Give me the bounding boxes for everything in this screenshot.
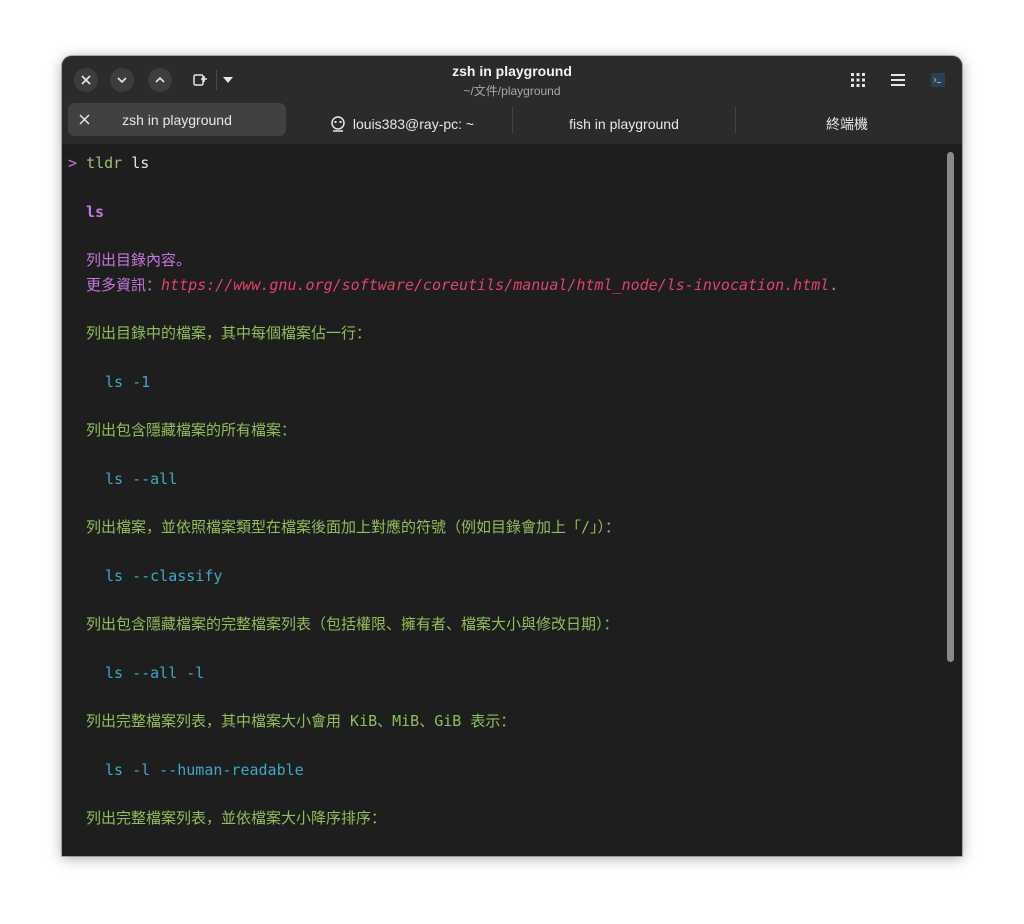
page-description: 列出目錄內容。 xyxy=(86,251,192,269)
header-separator xyxy=(216,70,217,90)
more-info-end: . xyxy=(829,276,839,294)
command-argument: ls xyxy=(131,154,150,172)
hamburger-menu-icon xyxy=(891,74,905,86)
chevron-up-icon xyxy=(155,76,165,83)
tab-separator xyxy=(512,106,513,134)
prompt-symbol: > xyxy=(68,154,78,172)
new-tab-button[interactable] xyxy=(188,68,212,92)
example-code: ls -1 xyxy=(105,373,151,391)
tab-label: fish in playground xyxy=(569,116,679,132)
tab-louis383-ray-pc[interactable]: louis383@ray-pc: ~ xyxy=(294,104,510,144)
new-tab-menu-button[interactable] xyxy=(220,68,236,92)
header-bar: zsh in playground ~/文件/playground xyxy=(62,56,962,104)
scrollbar-thumb[interactable] xyxy=(947,152,954,662)
tab-zsh-in-playground[interactable]: zsh in playground xyxy=(68,103,286,136)
example-code: ls --all xyxy=(105,470,178,488)
command-line: > tldr ls xyxy=(68,153,149,173)
remote-host-icon xyxy=(331,116,345,132)
tab-separator xyxy=(735,106,736,134)
tab-fish-in-playground[interactable]: fish in playground xyxy=(514,104,734,144)
example-description: 列出檔案，並依照檔案類型在檔案後面加上對應的符號（例如目錄會加上「/」）： xyxy=(86,518,621,536)
more-info-label: 更多資訊： xyxy=(86,276,162,294)
main-menu-button[interactable] xyxy=(888,68,908,92)
terminal-app-button[interactable] xyxy=(928,68,948,92)
example-description: 列出包含隱藏檔案的完整檔案列表（包括權限、擁有者、檔案大小與修改日期）： xyxy=(86,615,619,633)
new-tab-icon xyxy=(193,74,207,86)
example-description: 列出目錄中的檔案，其中每個檔案佔一行： xyxy=(86,324,372,342)
terminal-content[interactable]: > tldr ls ls 列出目錄內容。 更多資訊：https://www.gn… xyxy=(62,145,962,856)
window-subtitle: ~/文件/playground xyxy=(463,84,561,98)
example-code: ls -l --human-readable xyxy=(105,761,304,779)
tab-label: louis383@ray-pc: ~ xyxy=(352,116,475,132)
page-name: ls xyxy=(86,203,105,221)
close-button[interactable] xyxy=(74,68,98,92)
tab-label: 終端機 xyxy=(826,116,868,132)
more-info-link[interactable]: https://www.gnu.org/software/coreutils/m… xyxy=(161,276,829,294)
terminal-window: zsh in playground ~/文件/playground zsh in xyxy=(62,56,962,856)
grid-icon xyxy=(851,73,865,87)
example-description: 列出完整檔案列表，並依檔案大小降序排序： xyxy=(86,809,387,827)
chevron-down-icon xyxy=(117,77,127,84)
maximize-button[interactable] xyxy=(148,68,172,92)
minimize-button[interactable] xyxy=(110,68,134,92)
example-description: 列出包含隱藏檔案的所有檔案： xyxy=(86,421,297,439)
more-info-line: 更多資訊：https://www.gnu.org/software/coreut… xyxy=(86,275,838,295)
tab-label: zsh in playground xyxy=(122,111,232,128)
scrollbar[interactable] xyxy=(947,152,954,662)
command-name: tldr xyxy=(86,154,123,172)
tab-overview-button[interactable] xyxy=(848,68,868,92)
window-title: zsh in playground xyxy=(452,63,572,79)
example-code: ls --all -l xyxy=(105,664,205,682)
dropdown-arrow-icon xyxy=(223,77,233,83)
close-tab-icon[interactable] xyxy=(79,114,90,125)
example-description: 列出完整檔案列表，其中檔案大小會用 KiB、MiB、GiB 表示： xyxy=(86,712,516,730)
close-icon xyxy=(81,75,91,85)
tab-terminal[interactable]: 終端機 xyxy=(737,104,957,144)
terminal-icon xyxy=(931,73,945,87)
example-code: ls --classify xyxy=(105,567,223,585)
